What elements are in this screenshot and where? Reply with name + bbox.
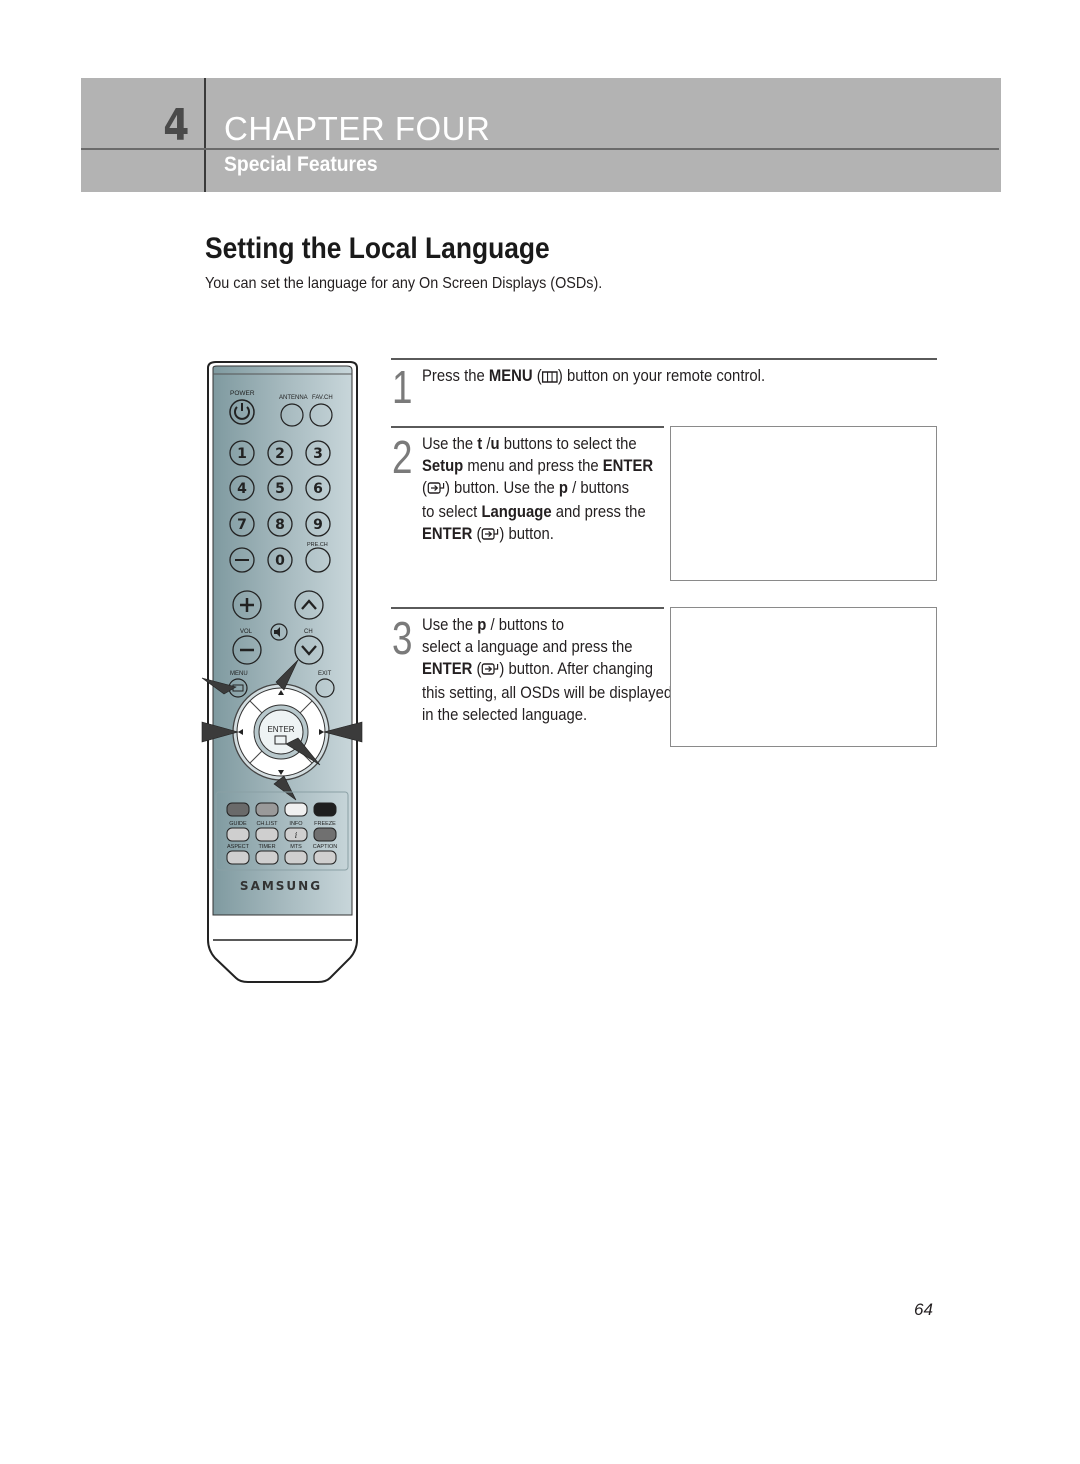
digit-7: 7: [237, 517, 247, 533]
freeze-label: FREEZE: [314, 821, 336, 827]
menu-icon: [541, 367, 558, 389]
step-text-segment: select a language and press the: [422, 638, 633, 656]
header-divider-horizontal: [81, 148, 999, 150]
page-title: Setting the Local Language: [205, 232, 550, 265]
step-text-segment: Press the: [422, 367, 489, 385]
step-line: in the selected language.: [422, 704, 672, 726]
step-line: to select Language and press the: [422, 501, 653, 523]
step-keyword: p: [558, 479, 568, 497]
caption-label: CAPTION: [313, 844, 337, 850]
step-keyword: ENTER: [422, 660, 473, 678]
ch-label: CH: [304, 629, 313, 635]
step-keyword: u: [490, 435, 500, 453]
step-text-segment: this setting, all OSDs will be displayed: [422, 684, 673, 702]
digit-5: 5: [275, 481, 285, 497]
step-1-text: Press the MENU ( ) button on your remote …: [422, 365, 765, 389]
vol-label: VOL: [240, 629, 253, 635]
step-line: () button. Use the p / buttons: [422, 477, 653, 501]
digit-9: 9: [313, 517, 323, 533]
step-text-segment: (: [472, 660, 482, 678]
digit-1: 1: [237, 446, 247, 462]
step-line: select a language and press the: [422, 636, 672, 658]
step-3-rule: [391, 607, 664, 609]
aspect-label: ASPECT: [227, 844, 250, 850]
step-2-screen-image: [670, 426, 937, 581]
step-text-segment: Use the: [422, 435, 478, 453]
header-divider-vertical: [204, 78, 206, 192]
step-line: Setup menu and press the ENTER: [422, 455, 653, 477]
power-label: POWER: [230, 390, 255, 397]
step-3-screen-image: [670, 607, 937, 747]
step-1-number: 1: [392, 361, 413, 413]
enter-label: ENTER: [267, 725, 294, 734]
antenna-label: ANTENNA: [279, 395, 308, 401]
step-text-segment: and press the: [551, 503, 646, 521]
mts-label: MTS: [290, 844, 302, 850]
favch-label: FAV.CH: [312, 395, 333, 401]
brand-logo: SAMSUNG: [240, 879, 322, 893]
directional-pad: ENTER: [232, 683, 330, 781]
enter-icon: [427, 479, 445, 501]
page-number: 64: [914, 1300, 933, 1319]
digit-2: 2: [275, 446, 285, 462]
step-text-segment: /: [482, 435, 491, 453]
step-3-text: Use the p / buttons to select a language …: [422, 614, 672, 726]
step-keyword: Setup: [422, 457, 464, 475]
step-line: ENTER ( ) button.: [422, 523, 653, 547]
enter-icon: [481, 660, 499, 682]
step-text-segment: Use the: [422, 616, 478, 634]
step-text-segment: in the selected language.: [422, 706, 588, 724]
step-2-rule: [391, 426, 664, 428]
step-text-segment: (: [472, 525, 482, 543]
step-text-segment: ) button.: [499, 525, 554, 543]
step-text-segment: ) button on your remote control.: [557, 367, 766, 385]
timer-label: TIMER: [258, 844, 275, 850]
step-line: Use the t /u buttons to select the: [422, 433, 653, 455]
step-text-segment: menu and press the: [463, 457, 603, 475]
remote-control-illustration: POWER ANTENNA FAV.CH 1 2 3 4 5 6 7 8 9 0…: [201, 361, 363, 983]
step-keyword: MENU: [488, 367, 533, 385]
step-3-number: 3: [392, 612, 413, 664]
chapter-number: 4: [163, 100, 190, 151]
step-text-segment: ) button. After changing: [499, 660, 653, 678]
step-keyword: Language: [481, 503, 552, 521]
enter-icon: [481, 525, 499, 547]
step-text-segment: to select: [422, 503, 482, 521]
digit-4: 4: [237, 481, 247, 497]
step-text-segment: ) button. Use the: [444, 479, 559, 497]
step-line: ENTER ( ) button. After changing: [422, 658, 672, 682]
prech-label: PRE.CH: [307, 542, 328, 548]
digit-3: 3: [313, 446, 323, 462]
step-2-text: Use the t /u buttons to select the Setup …: [422, 433, 653, 547]
exit-label: EXIT: [318, 671, 332, 677]
menu-label: MENU: [230, 671, 248, 677]
intro-text: You can set the language for any On Scre…: [205, 275, 603, 292]
step-line: this setting, all OSDs will be displayed: [422, 682, 672, 704]
digit-0: 0: [275, 553, 285, 569]
svg-text:i: i: [295, 831, 298, 840]
step-keyword: ENTER: [422, 525, 473, 543]
step-keyword: p: [477, 616, 487, 634]
digit-8: 8: [275, 517, 285, 533]
step-text-segment: buttons to select the: [499, 435, 637, 453]
step-keyword: ENTER: [602, 457, 654, 475]
chapter-header: 4 CHAPTER FOUR Special Features: [81, 78, 1001, 192]
step-text-segment: / buttons: [567, 479, 630, 497]
guide-label: GUIDE: [229, 821, 247, 827]
chlist-label: CH.LIST: [256, 821, 278, 827]
chapter-title: CHAPTER FOUR: [224, 110, 491, 147]
step-text-segment: (: [532, 367, 542, 385]
step-text-segment: / buttons to: [486, 616, 565, 634]
section-title: Special Features: [224, 153, 378, 176]
info-label: INFO: [289, 821, 303, 827]
step-2-number: 2: [392, 431, 413, 483]
step-line: Use the p / buttons to: [422, 614, 672, 636]
step-1-rule: [391, 358, 937, 360]
step-line: Press the MENU ( ) button on your remote …: [422, 365, 765, 389]
digit-6: 6: [313, 481, 323, 497]
